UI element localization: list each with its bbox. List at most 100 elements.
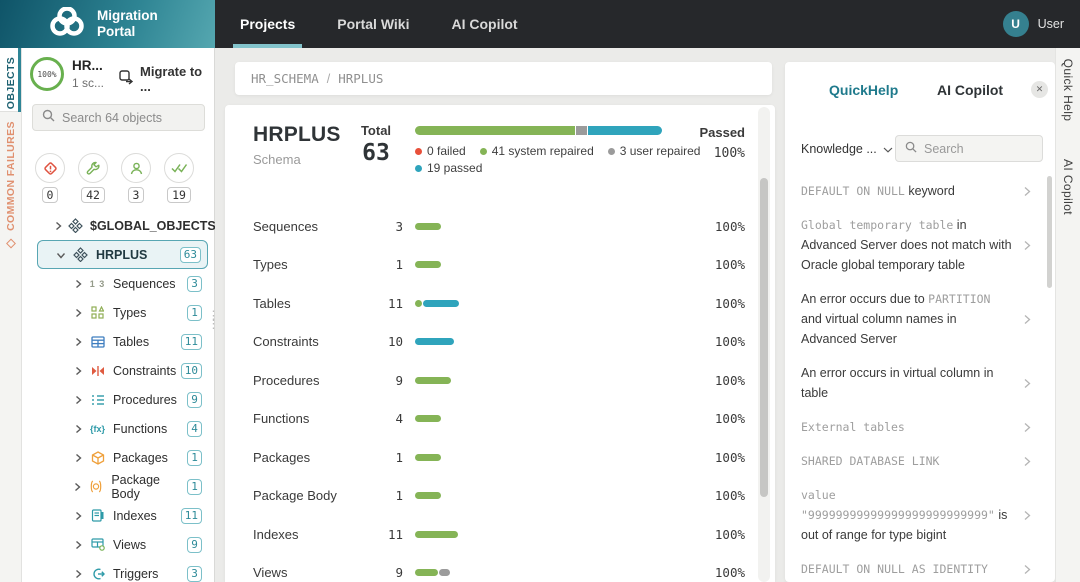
- object-row-indexes[interactable]: Indexes11100%: [225, 515, 745, 554]
- quickhelp-item-4[interactable]: An error occurs in virtual column in tab…: [801, 356, 1031, 410]
- tree-item-hrplus[interactable]: HRPLUS63: [37, 240, 208, 269]
- chevron-right-icon[interactable]: [1024, 240, 1031, 251]
- types-icon: [89, 306, 106, 319]
- quickhelp-item-text: An error occurs in virtual column in tab…: [801, 363, 1024, 403]
- right-rail-tab-quick-help[interactable]: Quick Help: [1061, 59, 1075, 122]
- object-row-package-body[interactable]: Package Body1100%: [225, 477, 745, 516]
- tree-item-packages[interactable]: Packages1: [22, 443, 215, 472]
- tree-item-sequences[interactable]: 1 3Sequences3: [22, 269, 215, 298]
- header-tab-projects[interactable]: Projects: [240, 0, 295, 48]
- chevron-right-icon[interactable]: [73, 482, 82, 492]
- legend-label: 19 passed: [427, 161, 482, 175]
- passed-value: 100%: [665, 146, 745, 161]
- counter-wrench[interactable]: 42: [75, 153, 111, 203]
- quickhelp-item-8[interactable]: DEFAULT ON NULL AS IDENTITY: [801, 552, 1031, 582]
- tree-item-constraints[interactable]: Constraints10: [22, 356, 215, 385]
- main-scrollbar-thumb[interactable]: [760, 178, 768, 497]
- counter-double-check[interactable]: 19: [161, 153, 197, 203]
- object-row-bar: [415, 261, 441, 268]
- legend-line-2: 19 passed: [415, 161, 482, 175]
- tree-item-views[interactable]: Views9: [22, 530, 215, 559]
- tree-item-indexes[interactable]: Indexes11: [22, 501, 215, 530]
- package-body-icon: [88, 480, 104, 493]
- tree-item-package-body[interactable]: Package Body1: [22, 472, 215, 501]
- object-row-views[interactable]: Views9100%: [225, 554, 745, 582]
- tab-ai-copilot[interactable]: AI Copilot: [937, 82, 1003, 98]
- breadcrumb-item-hr-schema[interactable]: HR_SCHEMA: [251, 71, 319, 86]
- object-row-functions[interactable]: Functions4100%: [225, 400, 745, 439]
- object-row-procedures[interactable]: Procedures9100%: [225, 361, 745, 400]
- object-search-input[interactable]: Search 64 objects: [32, 104, 205, 131]
- chevron-right-icon[interactable]: [1024, 422, 1031, 433]
- tree-item-tables[interactable]: Tables11: [22, 327, 215, 356]
- chevron-right-icon[interactable]: [73, 308, 83, 318]
- chevron-down-icon[interactable]: [56, 250, 66, 260]
- tree-item-types[interactable]: Types1: [22, 298, 215, 327]
- common-failures-diamond-icon: [6, 239, 16, 249]
- header-tabs: Projects Portal Wiki AI Copilot: [240, 0, 518, 48]
- chevron-right-icon[interactable]: [73, 540, 83, 550]
- chevron-right-icon[interactable]: [73, 337, 83, 347]
- chevron-right-icon[interactable]: [1024, 564, 1031, 575]
- object-row-sequences[interactable]: Sequences3100%: [225, 207, 745, 246]
- tree-item-triggers[interactable]: Triggers3: [22, 559, 215, 582]
- close-icon[interactable]: ✕: [1031, 81, 1048, 98]
- chevron-right-icon[interactable]: [1024, 510, 1031, 521]
- header-tab-portal-wiki[interactable]: Portal Wiki: [337, 0, 409, 48]
- drag-handle-icon[interactable]: ⋮⋮: [207, 312, 220, 328]
- object-row-packages[interactable]: Packages1100%: [225, 438, 745, 477]
- object-row-count: 11: [363, 296, 403, 311]
- legend-dot: [480, 148, 487, 155]
- quickhelp-item-3[interactable]: An error occurs due to PARTITION and vir…: [801, 282, 1031, 356]
- object-row-constraints[interactable]: Constraints10100%: [225, 323, 745, 362]
- chevron-right-icon[interactable]: [1024, 314, 1031, 325]
- counter-count: 19: [167, 187, 191, 203]
- quickhelp-item-1[interactable]: DEFAULT ON NULL keyword: [801, 174, 1031, 208]
- breadcrumb-item-hrplus[interactable]: HRPLUS: [338, 71, 383, 86]
- chevron-right-icon[interactable]: [73, 453, 83, 463]
- object-row-bar: [415, 338, 454, 345]
- quickhelp-item-text: DEFAULT ON NULL AS IDENTITY: [801, 559, 1024, 579]
- chevron-right-icon[interactable]: [1024, 186, 1031, 197]
- tab-quickhelp[interactable]: QuickHelp: [829, 82, 898, 98]
- chevron-right-icon[interactable]: [73, 366, 83, 376]
- tree-item-global-objects[interactable]: $GLOBAL_OBJECTS1: [22, 211, 215, 240]
- chevron-right-icon[interactable]: [1024, 378, 1031, 389]
- left-rail-tab-objects[interactable]: OBJECTS: [5, 57, 17, 109]
- passed-label: Passed: [665, 125, 745, 140]
- quickhelp-item-7[interactable]: value "99999999999999999999999999" is ou…: [801, 478, 1031, 552]
- tree-item-procedures[interactable]: Procedures9: [22, 385, 215, 414]
- counter-failed[interactable]: 0: [32, 153, 68, 203]
- quickhelp-scrollbar-thumb[interactable]: [1047, 176, 1052, 288]
- count-badge: 3: [187, 276, 202, 292]
- chevron-right-icon[interactable]: [55, 221, 62, 231]
- object-row-name: Package Body: [253, 488, 363, 503]
- quickhelp-item-6[interactable]: SHARED DATABASE LINK: [801, 444, 1031, 478]
- left-rail-active-indicator: [18, 48, 21, 112]
- bar-segment-user_repaired: [439, 569, 450, 576]
- quickhelp-search-input[interactable]: Search: [895, 135, 1043, 162]
- object-row-name: Constraints: [253, 334, 363, 349]
- chevron-right-icon[interactable]: [73, 279, 83, 289]
- counter-person[interactable]: 3: [118, 153, 154, 203]
- right-rail-tab-ai-copilot[interactable]: AI Copilot: [1061, 159, 1075, 215]
- migration-portal-app: Migration Portal Projects Portal Wiki AI C…: [0, 0, 1080, 582]
- header-tab-ai-copilot[interactable]: AI Copilot: [451, 0, 517, 48]
- quickhelp-item-5[interactable]: External tables: [801, 410, 1031, 444]
- tree-item-functions[interactable]: {fx}Functions4: [22, 414, 215, 443]
- chevron-right-icon[interactable]: [73, 569, 83, 579]
- legend-item-system_repaired: 41 system repaired: [480, 144, 594, 158]
- brand[interactable]: Migration Portal: [0, 0, 215, 48]
- chevron-right-icon[interactable]: [73, 511, 83, 521]
- chevron-right-icon[interactable]: [1024, 456, 1031, 467]
- object-row-name: Views: [253, 565, 363, 580]
- chevron-right-icon[interactable]: [73, 395, 83, 405]
- knowledge-dropdown[interactable]: Knowledge ...: [801, 142, 893, 156]
- object-row-tables[interactable]: Tables11100%: [225, 284, 745, 323]
- quickhelp-item-2[interactable]: Global temporary table in Advanced Serve…: [801, 208, 1031, 282]
- object-row-types[interactable]: Types1100%: [225, 246, 745, 285]
- user-menu[interactable]: U User: [1003, 0, 1064, 48]
- left-rail-tab-common-failures[interactable]: COMMON FAILURES: [5, 121, 17, 231]
- chevron-right-icon[interactable]: [73, 424, 83, 434]
- migrate-button[interactable]: Migrate to ...: [119, 64, 214, 94]
